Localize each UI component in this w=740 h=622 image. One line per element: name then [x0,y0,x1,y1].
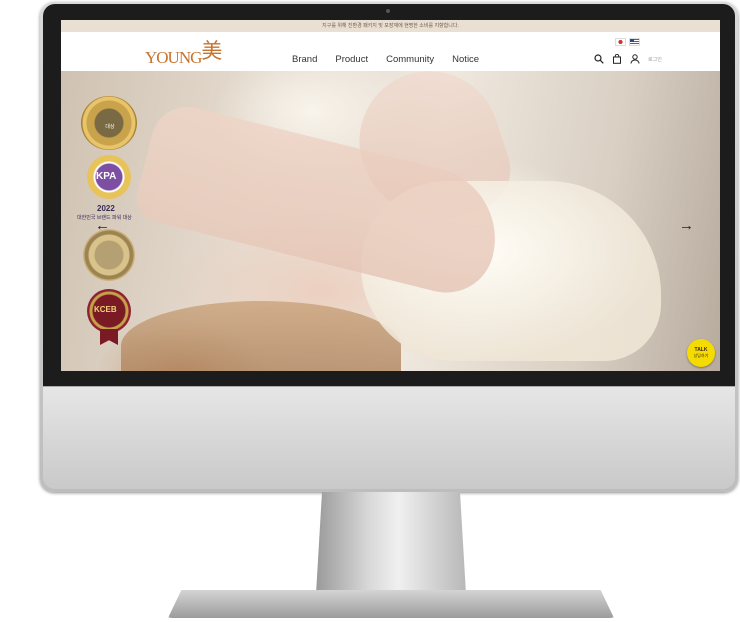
hero-image-bowl [121,301,401,371]
award-badge-kpa-year: 2022 [97,204,115,213]
logo-text: YOUNG [145,48,202,67]
cart-icon[interactable] [612,54,622,64]
kr-flag-icon[interactable] [615,38,626,46]
talk-label: 상담하기 [693,353,709,358]
award-badge-kceb-logo: KCEB [94,305,117,314]
kakao-talk-button[interactable]: TALK 상담하기 [687,339,715,367]
header-icons: 로그인 [594,54,662,64]
slider-prev-button[interactable]: ← [95,217,110,234]
us-flag-icon[interactable] [629,38,640,46]
main-nav: Brand Product Community Notice [292,54,479,65]
logo-mark: 美 [201,39,222,63]
monitor-stand-base [168,590,614,618]
nav-community[interactable]: Community [386,54,434,65]
award-badge-kpa-logo: KPA [96,171,117,182]
award-badge-1-label: 대상 [105,124,115,130]
site-header: YOUNG美 Brand Product Community Notice 로그… [61,32,720,71]
nav-brand[interactable]: Brand [292,54,317,65]
monitor-chin [43,386,735,489]
nav-notice[interactable]: Notice [452,54,479,65]
website-screen: 지구를 위해 친환경 패키지 및 포장재에 현명한 소비를 지향합니다. YOU… [61,20,720,371]
language-switcher [615,38,640,46]
user-icon[interactable] [630,54,640,64]
login-link[interactable]: 로그인 [648,56,662,63]
notice-bar: 지구를 위해 친환경 패키지 및 포장재에 현명한 소비를 지향합니다. [61,20,720,32]
slider-next-button[interactable]: → [679,217,694,234]
monitor-stand-neck [316,492,466,594]
award-badge-3 [83,229,135,281]
search-icon[interactable] [594,54,604,64]
notice-text: 지구를 위해 친환경 패키지 및 포장재에 현명한 소비를 지향합니다. [322,23,459,29]
camera-dot [386,9,390,13]
nav-product[interactable]: Product [335,54,368,65]
site-logo[interactable]: YOUNG美 [145,39,222,70]
hero-banner: 대상 KPA 2022 대한민국 브랜드 파워 대상 KCEB ← → TALK… [61,71,720,371]
award-ribbon [100,329,118,345]
